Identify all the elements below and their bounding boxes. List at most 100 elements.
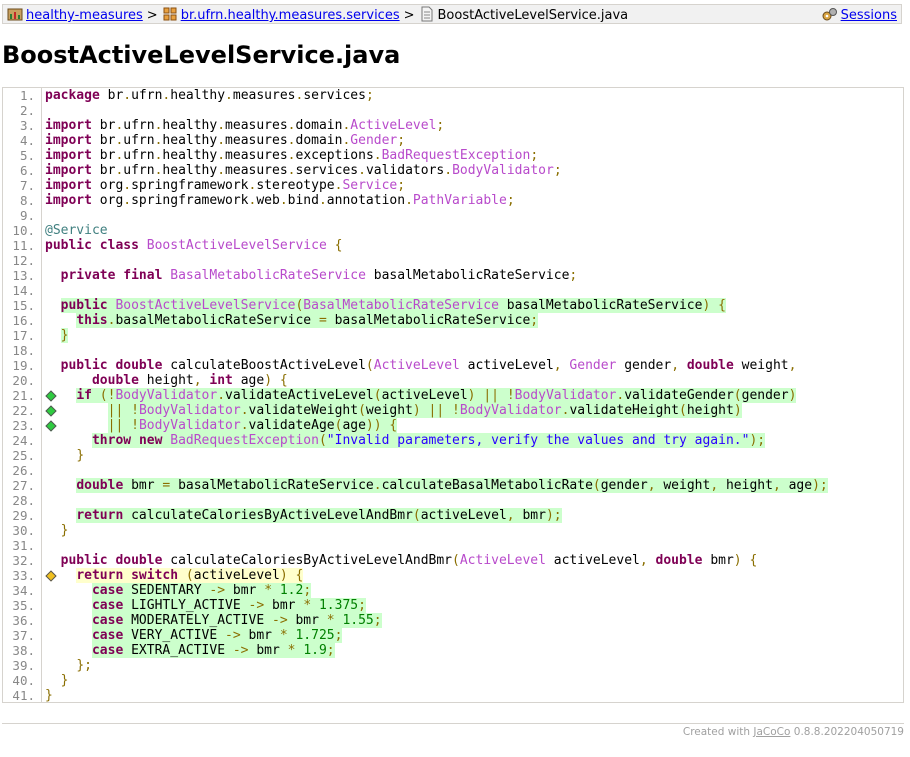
code-token: ( [679,403,687,418]
code-token: calculateCaloriesByActiveLevelAndBmr [131,508,413,523]
code: @Service [45,223,108,238]
covered-code: public BoostActiveLevelService(BasalMeta… [60,298,726,313]
code-token: } [45,688,53,703]
code-token: ) [545,508,554,523]
breadcrumb-current-file: BoostActiveLevelService.java [437,8,629,23]
source-line: case SEDENTARY -> bmr * 1.2; [44,583,903,598]
covered-code: case EXTRA_ACTIVE -> bmr * 1.9; [91,643,335,658]
code-token: import [45,193,92,208]
line-number: 21. [12,388,35,403]
line-number: 30. [12,523,35,538]
code-token: { [718,298,726,313]
breadcrumb-separator: > [146,8,158,23]
code: package br.ufrn.healthy.measures.service… [45,88,374,103]
code-token: ) [279,568,288,583]
code-token: , [772,478,781,493]
code-token: age [788,478,813,493]
line-number: 9. [19,208,35,223]
code-token: ufrn [123,133,155,148]
line-number: 20. [12,373,35,388]
sessions-link-group[interactable]: Sessions [822,6,897,24]
code: } [61,523,69,538]
code-token: ( [99,388,108,403]
line-number: 29. [12,508,35,523]
code-token: import [45,163,92,178]
source-line [44,103,903,118]
code-token: ! [131,403,139,418]
code-token: ) [788,388,797,403]
code-token: ; [553,163,562,178]
source-line: public class BoostActiveLevelService { [44,238,903,253]
code-token: = [318,313,327,328]
line-number: 27. [12,478,35,493]
breadcrumb-package-link[interactable]: br.ufrn.healthy.measures.services [181,8,400,23]
sessions-link[interactable]: Sessions [841,8,897,23]
code-token: ActiveLevel [373,358,460,373]
code-token: br [99,163,116,178]
code-token: , [639,553,648,568]
source-line: double bmr = basalMetabolicRateService.c… [44,478,903,493]
covered-code: if (!BodyValidator.validateActiveLevel(a… [76,388,797,403]
code-token: , [710,478,719,493]
code-token: . [279,193,288,208]
source-line: case VERY_ACTIVE -> bmr * 1.725; [44,628,903,643]
code-token: measures [225,118,288,133]
code-token: -> [272,613,288,628]
covered-code: case MODERATELY_ACTIVE -> bmr * 1.55; [91,613,382,628]
code-token: br [99,118,116,133]
code-token: exceptions [295,148,374,163]
code-token: { [295,568,304,583]
code-token: ( [412,508,421,523]
code-token: public [45,238,92,253]
sessions-icon [822,6,838,22]
code: import br.ufrn.healthy.measures.exceptio… [45,148,538,163]
code-token: LIGHTLY_ACTIVE [131,598,241,613]
line-number: 36. [12,613,35,628]
code: import br.ufrn.healthy.measures.domain.G… [45,133,405,148]
code-token: age [240,373,265,388]
footer-version: 0.8.8.202204050719 [793,726,904,738]
code-token: gender [624,358,672,373]
code-token: . [405,193,413,208]
code-token: ( [185,568,194,583]
code-token: web [256,193,280,208]
code-token: int [209,373,233,388]
code: } [45,688,53,703]
code-token: bmr [295,613,319,628]
source-line: this.basalMetabolicRateService = basalMe… [44,313,903,328]
code-token: bmr [248,628,272,643]
code-token: annotation [326,193,406,208]
source-line [44,463,903,478]
code-token: br [99,133,116,148]
code-token: import [45,118,92,133]
code-token: validateHeight [569,403,680,418]
code-token: ufrn [123,118,155,133]
code-token: public [60,298,108,313]
breadcrumb-project-link[interactable]: healthy-measures [26,8,143,23]
code-token: . [240,418,249,433]
source-line: public double calculateBoostActiveLevel(… [44,358,903,373]
line-number: 35. [12,598,35,613]
code-token: ) [365,418,374,433]
code: } [61,673,69,688]
code-token: throw [91,433,132,448]
line-number: 22. [12,403,35,418]
jacoco-link[interactable]: JaCoCo [753,726,790,738]
source-line: case LIGHTLY_ACTIVE -> bmr * 1.375; [44,598,903,613]
